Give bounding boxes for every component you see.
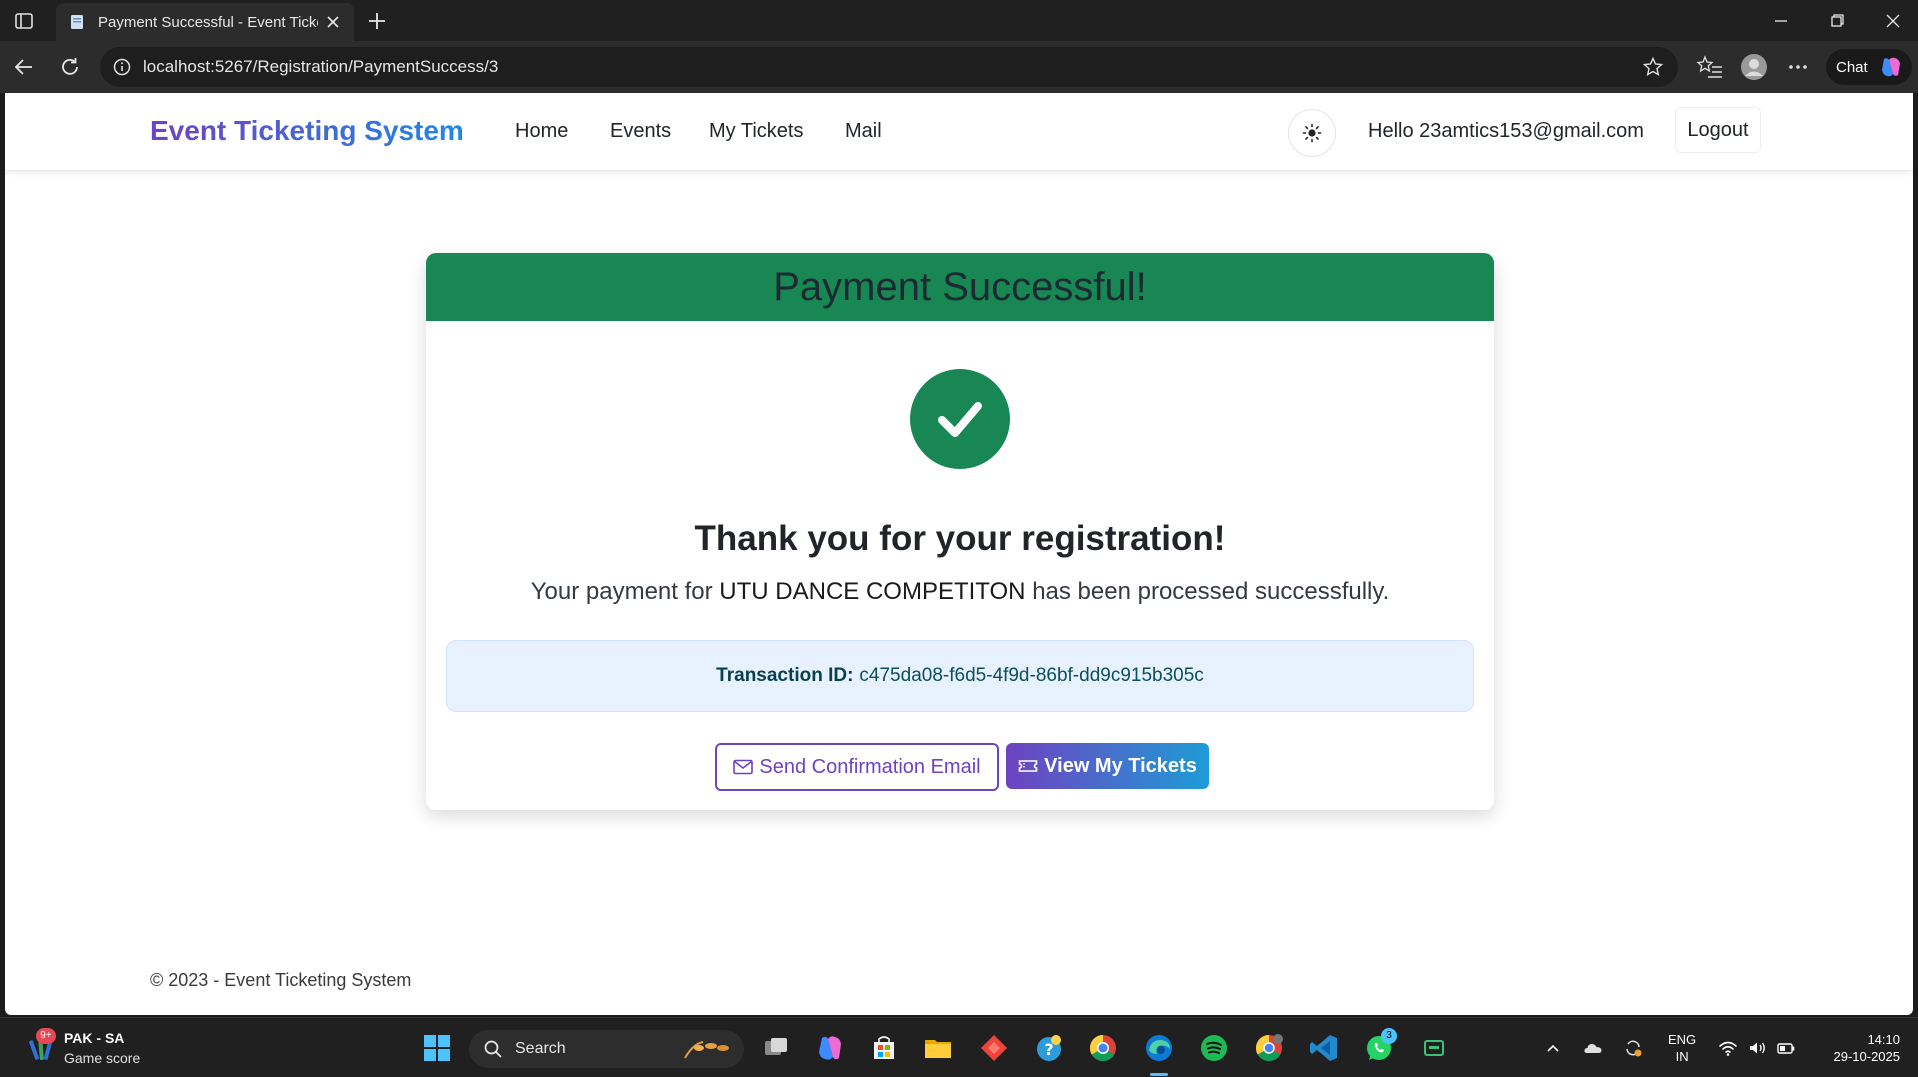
- chrome-profile-icon[interactable]: [1253, 1032, 1285, 1064]
- refresh-icon[interactable]: [57, 54, 83, 80]
- thank-you-heading: Thank you for your registration!: [694, 519, 1226, 558]
- wifi-icon[interactable]: [1718, 1038, 1738, 1058]
- check-circle-icon: [910, 369, 1010, 469]
- volume-icon[interactable]: [1747, 1038, 1767, 1058]
- file-explorer-icon[interactable]: [922, 1032, 954, 1064]
- transaction-info-box: Transaction ID: c475da08-f6d5-4f9d-86bf-…: [446, 640, 1474, 712]
- new-tab-icon[interactable]: [364, 8, 390, 34]
- logout-button[interactable]: Logout: [1675, 107, 1761, 153]
- clock-time: 14:10: [1867, 1032, 1900, 1047]
- envelope-icon: [733, 759, 754, 775]
- payment-message: Your payment for UTU DANCE COMPETITON ha…: [426, 578, 1494, 606]
- nav-link-my-tickets[interactable]: My Tickets: [709, 120, 803, 143]
- restore-icon[interactable]: [1824, 9, 1850, 33]
- help-app-icon[interactable]: ?: [1033, 1032, 1065, 1064]
- close-tab-icon[interactable]: [324, 13, 342, 31]
- close-window-icon[interactable]: [1880, 9, 1906, 33]
- whatsapp-badge: 3: [1381, 1028, 1397, 1044]
- view-tickets-label: View My Tickets: [1044, 754, 1197, 777]
- message-prefix: Your payment for: [530, 578, 713, 605]
- search-icon: [484, 1040, 502, 1058]
- language-code: ENG: [1668, 1032, 1697, 1047]
- anydesk-icon[interactable]: [978, 1032, 1010, 1064]
- back-icon[interactable]: [11, 54, 37, 80]
- show-hidden-icons-chevron-icon[interactable]: [1543, 1038, 1563, 1058]
- url-text[interactable]: localhost:5267/Registration/PaymentSucce…: [143, 57, 498, 77]
- clock-date: 29-10-2025: [1833, 1049, 1901, 1064]
- site-info-icon[interactable]: [112, 57, 132, 77]
- copilot-app-icon[interactable]: [814, 1032, 846, 1064]
- chat-label: Chat: [1836, 58, 1868, 76]
- user-greeting[interactable]: Hello 23amtics153@gmail.com: [1368, 120, 1644, 143]
- transaction-id: c475da08-f6d5-4f9d-86bf-dd9c915b305c: [859, 665, 1204, 686]
- browser-toolbar: localhost:5267/Registration/PaymentSucce…: [0, 41, 1918, 93]
- widget-subtitle[interactable]: Game score: [64, 1050, 140, 1066]
- search-highlight-icon: [684, 1041, 729, 1059]
- browser-tab-bar: Payment Successful - Event Ticketing Sys…: [0, 0, 1918, 41]
- message-suffix: has been processed successfully.: [1032, 578, 1390, 605]
- ticket-icon: [1018, 760, 1038, 772]
- copilot-chat-button[interactable]: Chat: [1826, 49, 1912, 85]
- input-language-indicator[interactable]: ENG IN: [1668, 1031, 1696, 1065]
- widget-title[interactable]: PAK - SA: [64, 1030, 124, 1046]
- task-view-icon[interactable]: [760, 1032, 792, 1064]
- sidebar-toggle-icon[interactable]: [12, 9, 36, 33]
- region-code: IN: [1675, 1049, 1689, 1064]
- card-title: Payment Successful!: [773, 264, 1147, 309]
- system-clock[interactable]: 14:10 29-10-2025: [1810, 1031, 1901, 1065]
- footer-copyright: © 2023 - Event Ticketing System: [150, 970, 412, 990]
- card-header: Payment Successful!: [426, 253, 1494, 321]
- payment-success-card: Payment Successful! Thank you for your r…: [426, 253, 1494, 810]
- sun-icon: [1302, 123, 1322, 143]
- favorite-star-icon[interactable]: [1642, 56, 1664, 78]
- chrome-icon[interactable]: [1087, 1032, 1119, 1064]
- active-app-indicator: [1150, 1073, 1168, 1076]
- microsoft-store-icon[interactable]: [868, 1032, 900, 1064]
- site-navbar: Event Ticketing System Home Events My Ti…: [5, 93, 1913, 171]
- windows-start-icon[interactable]: [421, 1032, 453, 1064]
- sync-icon[interactable]: [1623, 1038, 1643, 1058]
- search-placeholder: Search: [515, 1040, 566, 1057]
- address-bar[interactable]: localhost:5267/Registration/PaymentSucce…: [100, 47, 1678, 87]
- taskbar-search-box[interactable]: Search: [469, 1030, 744, 1068]
- theme-toggle-button[interactable]: [1288, 109, 1336, 157]
- copilot-icon: [1882, 57, 1900, 77]
- svg-text:?: ?: [1044, 1040, 1053, 1059]
- web-page: Event Ticketing System Home Events My Ti…: [5, 93, 1913, 1015]
- spotify-icon[interactable]: [1198, 1032, 1230, 1064]
- minimize-icon[interactable]: [1768, 9, 1794, 33]
- brand-logo[interactable]: Event Ticketing System: [150, 115, 464, 147]
- send-confirmation-email-button[interactable]: Send Confirmation Email: [715, 743, 999, 791]
- terminal-app-icon[interactable]: [1418, 1032, 1450, 1064]
- edge-browser-icon[interactable]: [1143, 1032, 1175, 1064]
- windows-taskbar: 9+ PAK - SA Game score Search ? 3 ENG IN…: [0, 1017, 1918, 1077]
- tab-title: Payment Successful - Event Ticketing Sys…: [98, 13, 318, 31]
- battery-icon[interactable]: [1776, 1038, 1796, 1058]
- event-name: UTU DANCE COMPETITON: [719, 578, 1026, 605]
- transaction-label: Transaction ID:: [716, 665, 854, 686]
- view-my-tickets-button[interactable]: View My Tickets: [1006, 743, 1209, 789]
- browser-tab-active[interactable]: Payment Successful - Event Ticketing Sys…: [56, 3, 354, 41]
- page-favicon-icon: [71, 15, 83, 29]
- more-options-icon[interactable]: [1784, 53, 1812, 81]
- onedrive-cloud-icon[interactable]: [1583, 1038, 1603, 1058]
- profile-avatar-icon[interactable]: [1740, 53, 1768, 81]
- nav-link-mail[interactable]: Mail: [845, 120, 882, 143]
- widget-notification-badge: 9+: [36, 1028, 56, 1044]
- favorites-list-icon[interactable]: [1696, 53, 1724, 81]
- nav-link-events[interactable]: Events: [610, 120, 671, 143]
- vscode-icon[interactable]: [1308, 1032, 1340, 1064]
- nav-link-home[interactable]: Home: [515, 120, 568, 143]
- send-email-label: Send Confirmation Email: [759, 755, 981, 778]
